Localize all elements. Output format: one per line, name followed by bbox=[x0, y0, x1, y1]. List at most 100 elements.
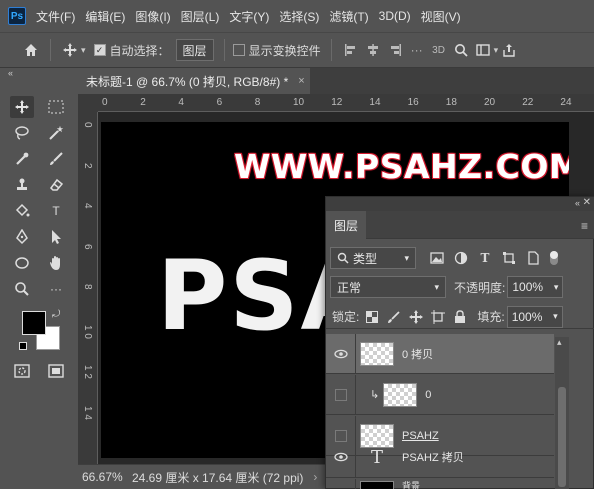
ruler-tick-label: 1 4 bbox=[82, 405, 93, 420]
opacity-input[interactable]: 100% ▾ bbox=[507, 276, 564, 298]
hidden-visibility-box bbox=[334, 388, 347, 401]
default-colors-icon[interactable] bbox=[19, 342, 27, 350]
filter-type-icon[interactable]: T bbox=[476, 249, 494, 267]
scrollbar-thumb[interactable] bbox=[558, 387, 566, 487]
layer-row-0-copy[interactable]: 0 拷贝 bbox=[326, 333, 554, 374]
panel-menu-icon[interactable]: ≡ bbox=[581, 219, 588, 233]
layer-name: 0 拷贝 bbox=[402, 348, 434, 361]
layer-name: PSAHZ 拷贝 bbox=[402, 452, 464, 464]
pen-tool-icon[interactable] bbox=[10, 226, 34, 248]
layer-name: 背景 bbox=[402, 480, 421, 489]
filter-shape-icon[interactable] bbox=[500, 249, 518, 267]
document-tab[interactable]: 未标题-1 @ 66.7% (0 拷贝, RGB/8#) * × bbox=[78, 68, 310, 94]
menu-3d[interactable]: 3D(D) bbox=[379, 9, 411, 23]
ruler-origin[interactable] bbox=[78, 94, 98, 112]
zoom-level[interactable]: 66.67% bbox=[82, 470, 126, 484]
chevron-down-icon: ▾ bbox=[404, 252, 409, 263]
stamp-tool-icon[interactable] bbox=[10, 174, 34, 196]
menu-select[interactable]: 选择(S) bbox=[279, 8, 319, 25]
move-tool-icon[interactable] bbox=[10, 96, 34, 118]
menu-file[interactable]: 文件(F) bbox=[36, 8, 75, 25]
layer-row-psahz-copy[interactable]: T PSAHZ 拷贝 bbox=[326, 436, 554, 478]
document-tab-bar: 未标题-1 @ 66.7% (0 拷贝, RGB/8#) * × bbox=[78, 68, 594, 94]
screen-mode-icon[interactable] bbox=[44, 360, 68, 382]
status-menu-arrow[interactable]: › bbox=[313, 470, 317, 484]
lock-position-icon[interactable] bbox=[407, 308, 425, 326]
move-tool-icon[interactable] bbox=[59, 39, 81, 61]
filter-adjustment-icon[interactable] bbox=[452, 249, 470, 267]
ruler-tick-label: 22 bbox=[522, 97, 534, 108]
blend-row: 正常 ▾ 不透明度: 100% ▾ bbox=[326, 276, 594, 298]
filter-kind-dropdown[interactable]: 类型 ▾ bbox=[330, 247, 416, 269]
close-icon[interactable]: ✕ bbox=[583, 197, 591, 208]
visibility-toggle[interactable] bbox=[326, 374, 356, 415]
lock-transparent-icon[interactable] bbox=[363, 308, 381, 326]
ruler-tick-label: 24 bbox=[560, 97, 572, 108]
hand-tool-icon[interactable] bbox=[44, 252, 68, 274]
ruler-tick-label: 0 bbox=[82, 122, 93, 128]
filter-pixel-icon[interactable] bbox=[428, 249, 446, 267]
ruler-tick-label: 0 bbox=[102, 97, 108, 108]
home-icon[interactable] bbox=[20, 39, 42, 61]
brush-tool-icon[interactable] bbox=[44, 148, 68, 170]
layer-row-background[interactable]: 背景 bbox=[326, 479, 554, 489]
path-select-icon[interactable] bbox=[44, 226, 68, 248]
auto-select-checkbox[interactable]: ✓ bbox=[93, 44, 106, 56]
more-tools-icon[interactable]: ··· bbox=[44, 278, 68, 300]
lock-all-icon[interactable] bbox=[451, 308, 469, 326]
zoom-tool-icon[interactable] bbox=[10, 278, 34, 300]
collapse-icon[interactable]: « bbox=[8, 68, 13, 78]
close-icon[interactable]: × bbox=[298, 75, 304, 87]
collapse-icon[interactable]: « bbox=[575, 198, 580, 208]
lock-pixels-icon[interactable] bbox=[385, 308, 403, 326]
more-options-icon[interactable]: ··· bbox=[406, 39, 428, 61]
menu-image[interactable]: 图像(I) bbox=[135, 8, 170, 25]
blend-mode-value: 正常 bbox=[337, 280, 362, 295]
lock-row: 锁定: 填充: 100% ▾ bbox=[326, 305, 594, 329]
layers-scrollbar[interactable]: ▴ bbox=[555, 337, 569, 489]
show-transform-checkbox[interactable] bbox=[232, 44, 245, 56]
photoshop-logo-icon: Ps bbox=[8, 7, 26, 25]
marquee-tool-icon[interactable] bbox=[44, 96, 68, 118]
foreground-color-swatch[interactable] bbox=[22, 311, 46, 335]
menu-view[interactable]: 视图(V) bbox=[421, 8, 461, 25]
share-icon[interactable] bbox=[498, 39, 520, 61]
ellipse-tool-icon[interactable] bbox=[10, 252, 34, 274]
lock-artboard-icon[interactable] bbox=[429, 308, 447, 326]
type-tool-icon[interactable]: T bbox=[44, 200, 68, 222]
eyedropper-icon[interactable] bbox=[10, 148, 34, 170]
ruler-tick-label: 8 bbox=[82, 284, 93, 290]
panel-top-bar: « ✕ bbox=[326, 197, 594, 211]
ruler-tick-label: 14 bbox=[369, 97, 381, 108]
menu-filter[interactable]: 滤镜(T) bbox=[329, 8, 368, 25]
paint-bucket-icon[interactable] bbox=[10, 200, 34, 222]
search-icon[interactable] bbox=[450, 39, 472, 61]
align-center-icon[interactable] bbox=[362, 39, 384, 61]
blend-mode-dropdown[interactable]: 正常 ▾ bbox=[330, 276, 446, 298]
fill-input[interactable]: 100% ▾ bbox=[506, 305, 563, 328]
swap-colors-icon[interactable]: ⤾ bbox=[52, 309, 60, 320]
layers-panel: « ✕ 图层 ≡ 类型 ▾ T 正常 ▾ 不透明度: 100% ▾ 锁定: 填充… bbox=[325, 196, 594, 489]
auto-select-dropdown[interactable]: 图层 bbox=[175, 39, 214, 61]
eraser-tool-icon[interactable] bbox=[44, 174, 68, 196]
menu-edit[interactable]: 编辑(E) bbox=[85, 8, 125, 25]
scroll-up-icon[interactable]: ▴ bbox=[557, 337, 562, 348]
chevron-down-icon[interactable]: ▾ bbox=[81, 45, 86, 56]
tab-layers[interactable]: 图层 bbox=[326, 211, 366, 239]
quick-mask-icon[interactable] bbox=[10, 360, 34, 382]
filter-toggle-icon[interactable] bbox=[550, 251, 558, 265]
menu-layer[interactable]: 图层(L) bbox=[181, 8, 220, 25]
vertical-ruler: 0 2 4 6 8 1 0 1 2 1 4 bbox=[78, 112, 98, 464]
menu-type[interactable]: 文字(Y) bbox=[229, 8, 269, 25]
visibility-eye-icon[interactable] bbox=[326, 436, 356, 478]
filter-smart-object-icon[interactable] bbox=[524, 249, 542, 267]
layer-row-0[interactable]: ↳ 0 bbox=[326, 374, 554, 415]
3d-mode-icon[interactable]: 3D bbox=[428, 39, 450, 61]
magic-wand-icon[interactable] bbox=[44, 122, 68, 144]
align-left-icon[interactable] bbox=[340, 39, 362, 61]
lasso-tool-icon[interactable] bbox=[10, 122, 34, 144]
visibility-eye-icon[interactable] bbox=[326, 479, 356, 489]
visibility-eye-icon[interactable] bbox=[326, 333, 356, 374]
workspace-icon[interactable] bbox=[472, 39, 494, 61]
align-right-icon[interactable] bbox=[384, 39, 406, 61]
